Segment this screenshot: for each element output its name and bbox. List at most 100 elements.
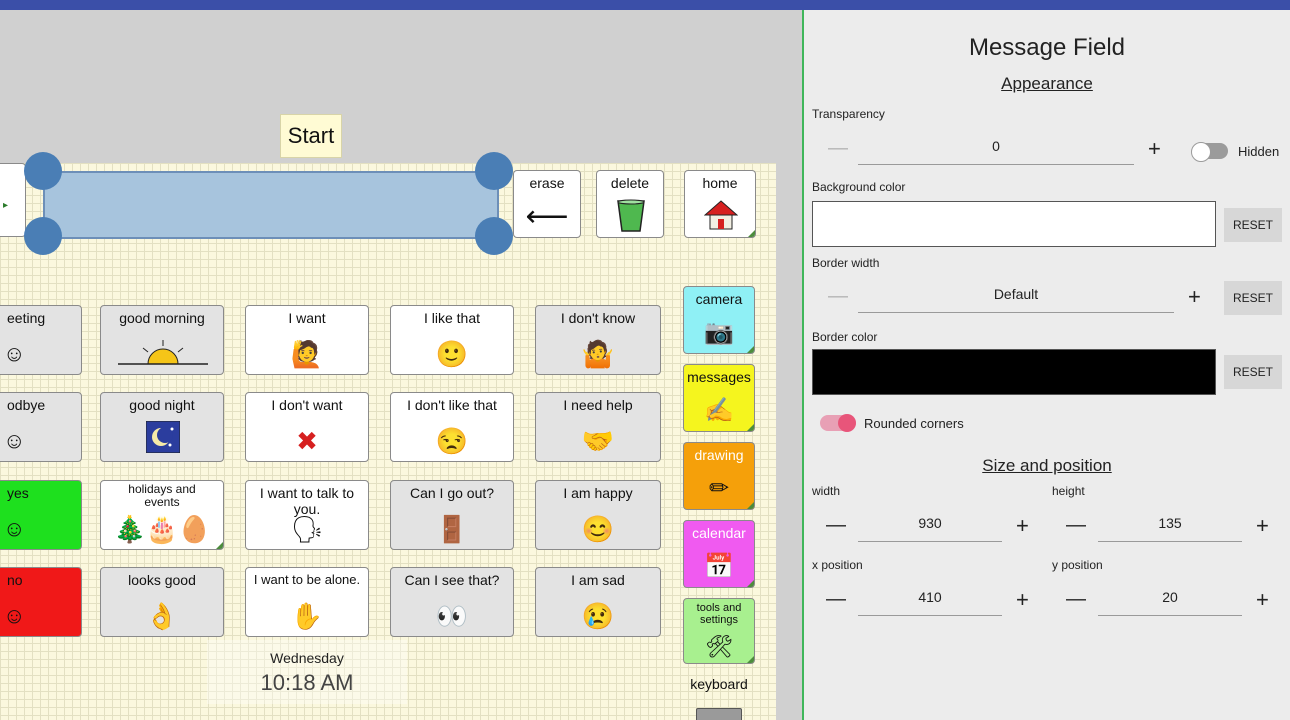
delete-button[interactable]: delete bbox=[596, 170, 664, 238]
hidden-toggle[interactable] bbox=[1191, 142, 1228, 162]
transparency-increment-button[interactable]: + bbox=[1148, 136, 1161, 162]
tile-label: I don't know bbox=[560, 310, 636, 326]
tile-label: good morning bbox=[119, 310, 205, 326]
person-waving-icon: ☺ bbox=[3, 341, 26, 366]
transparency-decrement-button[interactable]: — bbox=[828, 137, 848, 160]
tile-holidays-and-events[interactable]: holidays and events 🎄🎂🥚 bbox=[100, 480, 224, 550]
keyboard-icon[interactable] bbox=[696, 708, 742, 720]
tile-i-want[interactable]: I want 🙋 bbox=[245, 305, 369, 375]
tools-and-settings-button[interactable]: tools and settings 🛠 bbox=[683, 598, 755, 664]
tile-goodbye[interactable]: odbye ☺ bbox=[0, 392, 82, 462]
resize-handle-bottom-left[interactable] bbox=[24, 217, 62, 255]
tile-can-i-go-out[interactable]: Can I go out? 🚪 bbox=[390, 480, 514, 550]
folder-corner-marker bbox=[747, 656, 754, 663]
background-color-label: Background color bbox=[812, 180, 906, 194]
transparency-input[interactable]: 0 bbox=[858, 138, 1134, 165]
person-waving-icon: ☺ bbox=[3, 428, 26, 453]
clock-widget: Wednesday 10:18 AM bbox=[207, 640, 407, 704]
height-input[interactable]: 135 bbox=[1098, 515, 1242, 542]
width-increment-button[interactable]: + bbox=[1016, 513, 1029, 539]
width-decrement-button[interactable]: — bbox=[826, 514, 846, 537]
background-color-swatch[interactable] bbox=[812, 201, 1216, 247]
x-position-decrement-button[interactable]: — bbox=[826, 588, 846, 611]
tile-i-need-help[interactable]: I need help 🤝 bbox=[535, 392, 661, 462]
border-width-reset-button[interactable]: RESET bbox=[1224, 281, 1282, 315]
moon-night-icon bbox=[146, 421, 180, 453]
camera-label: camera bbox=[695, 291, 743, 307]
message-field[interactable] bbox=[43, 171, 499, 239]
y-position-decrement-button[interactable]: — bbox=[1066, 588, 1086, 611]
y-position-input[interactable]: 20 bbox=[1098, 589, 1242, 616]
y-position-label: y position bbox=[1052, 558, 1103, 572]
size-position-heading: Size and position bbox=[982, 456, 1112, 475]
background-color-reset-button[interactable]: RESET bbox=[1224, 208, 1282, 242]
tile-i-dont-like-that[interactable]: I don't like that 😒 bbox=[390, 392, 514, 462]
tile-yes[interactable]: yes ☺ bbox=[0, 480, 82, 550]
folder-corner-marker bbox=[216, 542, 223, 549]
sad-face-icon: 😢 bbox=[581, 601, 615, 631]
height-decrement-button[interactable]: — bbox=[1066, 514, 1086, 537]
two-people-talking-icon: 🗣 bbox=[290, 514, 324, 544]
tile-i-like-that[interactable]: I like that 🙂 bbox=[390, 305, 514, 375]
holiday-tree-cake-icon: 🎄🎂🥚 bbox=[113, 514, 211, 544]
tile-i-want-to-be-alone[interactable]: I want to be alone. ✋ bbox=[245, 567, 369, 637]
resize-handle-top-left[interactable] bbox=[24, 152, 62, 190]
tile-greeting[interactable]: eeting ☺ bbox=[0, 305, 82, 375]
board-editor[interactable]: Start ▸ erase ⟵ delete home eeting ☺ goo… bbox=[0, 10, 802, 720]
tools-person-icon: 🛠 bbox=[705, 634, 733, 659]
drawing-button[interactable]: drawing ✏ bbox=[683, 442, 755, 510]
tile-label: yes bbox=[7, 485, 29, 501]
resize-handle-top-right[interactable] bbox=[475, 152, 513, 190]
person-gesture-icon: 🙋 bbox=[290, 339, 324, 369]
tile-can-i-see-that[interactable]: Can I see that? 👀 bbox=[390, 567, 514, 637]
tile-i-am-sad[interactable]: I am sad 😢 bbox=[535, 567, 661, 637]
resize-handle-bottom-right[interactable] bbox=[475, 217, 513, 255]
x-position-increment-button[interactable]: + bbox=[1016, 587, 1029, 613]
tile-no[interactable]: no ☺ bbox=[0, 567, 82, 637]
person-cross-icon: ☺ bbox=[3, 603, 26, 628]
tile-i-dont-know[interactable]: I don't know 🤷 bbox=[535, 305, 661, 375]
properties-panel: Message Field Appearance Transparency — … bbox=[804, 10, 1290, 720]
width-label: width bbox=[812, 484, 841, 498]
camera-button[interactable]: camera 📷 bbox=[683, 286, 755, 354]
calendar-button[interactable]: calendar 📅 bbox=[683, 520, 755, 588]
tile-label: I don't like that bbox=[407, 397, 497, 413]
writing-hand-icon: ✍ bbox=[704, 397, 734, 424]
border-width-decrement-button[interactable]: — bbox=[828, 285, 848, 308]
tile-good-morning[interactable]: good morning bbox=[100, 305, 224, 375]
folder-corner-marker bbox=[747, 346, 754, 353]
tile-label: I like that bbox=[423, 310, 481, 326]
border-width-increment-button[interactable]: + bbox=[1188, 284, 1201, 310]
tile-label: I don't want bbox=[271, 397, 343, 413]
border-width-input[interactable]: Default bbox=[858, 286, 1174, 313]
tile-i-am-happy[interactable]: I am happy 😊 bbox=[535, 480, 661, 550]
erase-button[interactable]: erase ⟵ bbox=[513, 170, 581, 238]
shrug-person-icon: 🤷 bbox=[581, 339, 615, 369]
tile-looks-good[interactable]: looks good 👌 bbox=[100, 567, 224, 637]
border-color-swatch[interactable] bbox=[812, 349, 1216, 395]
width-input[interactable]: 930 bbox=[858, 515, 1002, 542]
rounded-corners-toggle[interactable] bbox=[820, 414, 856, 432]
messages-label: messages bbox=[687, 369, 751, 385]
tile-i-want-to-talk-to-you[interactable]: I want to talk to you. 🗣 bbox=[245, 480, 369, 550]
refusal-cross-icon: ✖ bbox=[296, 426, 318, 456]
disliking-face-icon: 😒 bbox=[435, 426, 469, 456]
tile-good-night[interactable]: good night bbox=[100, 392, 224, 462]
home-button[interactable]: home bbox=[684, 170, 756, 238]
hidden-label: Hidden bbox=[1238, 144, 1280, 159]
tile-label: good night bbox=[129, 397, 195, 413]
clock-time: 10:18 AM bbox=[260, 670, 354, 695]
tile-label: I need help bbox=[563, 397, 633, 413]
height-increment-button[interactable]: + bbox=[1256, 513, 1269, 539]
folder-corner-marker bbox=[747, 424, 754, 431]
folder-corner-marker bbox=[748, 230, 755, 237]
x-position-input[interactable]: 410 bbox=[858, 589, 1002, 616]
messages-button[interactable]: messages ✍ bbox=[683, 364, 755, 432]
partial-tile[interactable]: ▸ bbox=[0, 163, 26, 237]
tile-i-dont-want[interactable]: I don't want ✖ bbox=[245, 392, 369, 462]
house-icon bbox=[704, 200, 738, 230]
calendar-icon: 📅 bbox=[704, 553, 734, 580]
border-color-reset-button[interactable]: RESET bbox=[1224, 355, 1282, 389]
border-color-label: Border color bbox=[812, 330, 878, 344]
y-position-increment-button[interactable]: + bbox=[1256, 587, 1269, 613]
